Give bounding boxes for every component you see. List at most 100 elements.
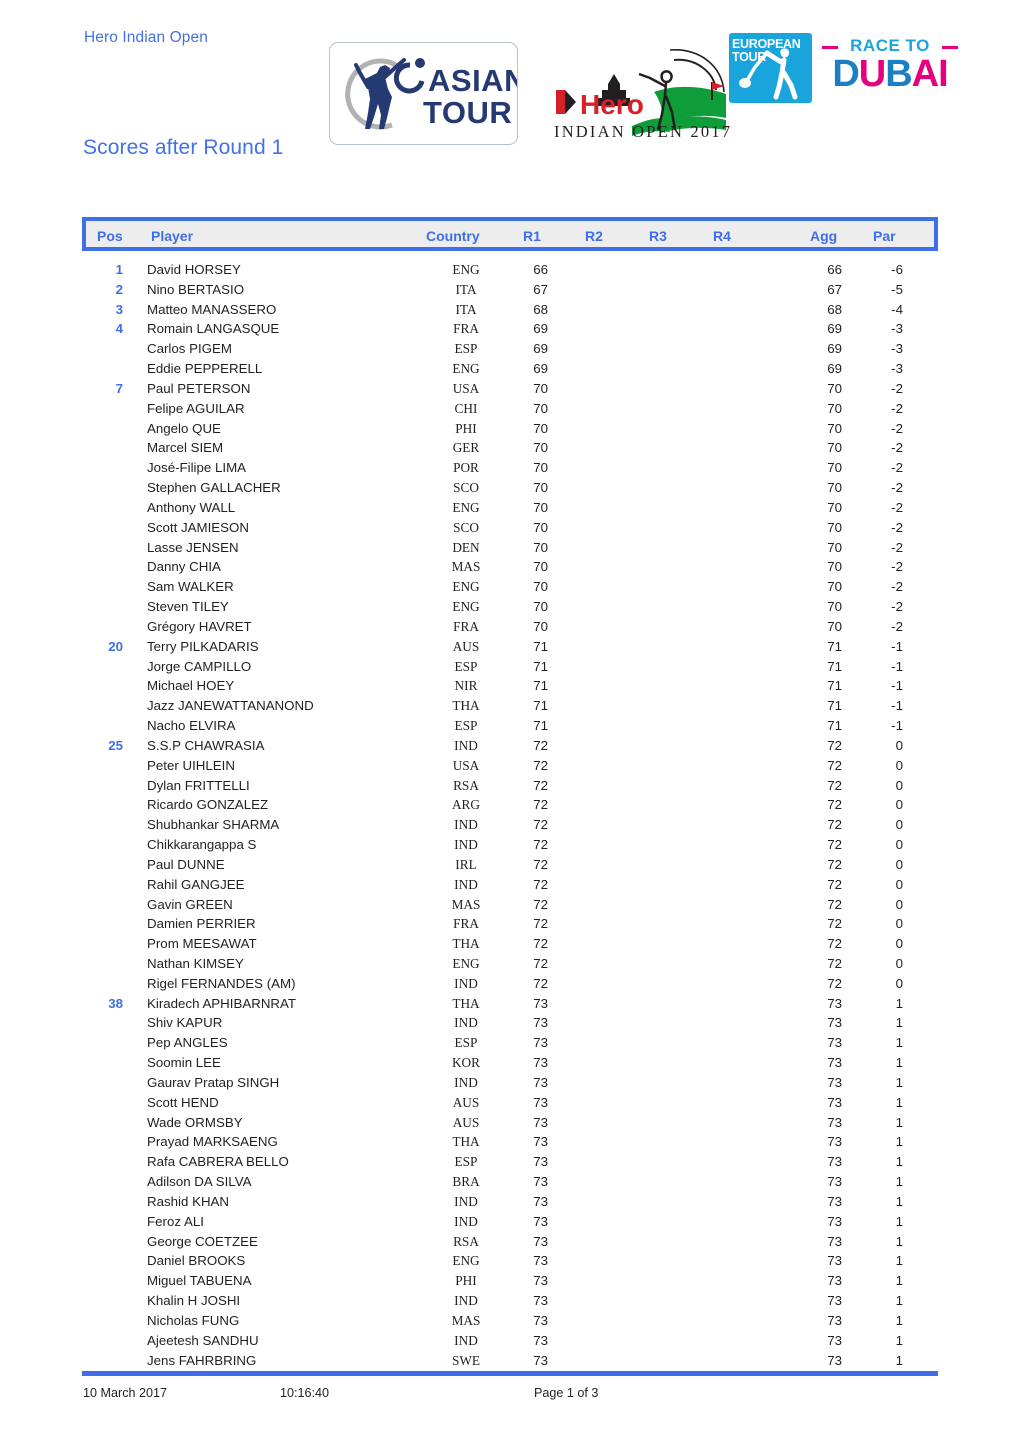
table-row[interactable]: 4 Romain LANGASQUE FRA 69 69 -3 — [82, 319, 938, 339]
table-row[interactable]: José-Filipe LIMA POR 70 70 -2 — [82, 458, 938, 478]
table-row[interactable]: Carlos PIGEM ESP 69 69 -3 — [82, 339, 938, 359]
table-row[interactable]: Jorge CAMPILLO ESP 71 71 -1 — [82, 657, 938, 677]
cell-par: -6 — [891, 262, 903, 277]
table-row[interactable]: Feroz ALI IND 73 73 1 — [82, 1212, 938, 1232]
cell-par: 1 — [895, 1273, 903, 1289]
table-row[interactable]: 3 Matteo MANASSERO ITA 68 68 -4 — [82, 300, 938, 320]
table-row[interactable]: Scott HEND AUS 73 73 1 — [82, 1093, 938, 1113]
cell-par: 1 — [895, 1253, 903, 1269]
table-row[interactable]: 20 Terry PILKADARIS AUS 71 71 -1 — [82, 637, 938, 657]
table-row[interactable]: Stephen GALLACHER SCO 70 70 -2 — [82, 478, 938, 498]
cell-pos: 38 — [108, 995, 123, 1011]
table-row[interactable]: Sam WALKER ENG 70 70 -2 — [82, 577, 938, 597]
table-row[interactable]: George COETZEE RSA 73 73 1 — [82, 1232, 938, 1252]
european-tour-golfer-icon — [739, 48, 798, 100]
cell-player: Shiv KAPUR — [147, 1015, 223, 1031]
table-row[interactable]: Rafa CABRERA BELLO ESP 73 73 1 — [82, 1152, 938, 1172]
table-row[interactable]: Eddie PEPPERELL ENG 69 69 -3 — [82, 359, 938, 379]
table-row[interactable]: 2 Nino BERTASIO ITA 67 67 -5 — [82, 280, 938, 300]
footer-time: 10:16:40 — [280, 1386, 330, 1400]
cell-agg: 72 — [827, 876, 842, 892]
table-row[interactable]: Shiv KAPUR IND 73 73 1 — [82, 1013, 938, 1033]
table-row[interactable]: Nacho ELVIRA ESP 71 71 -1 — [82, 716, 938, 736]
table-row[interactable]: Pep ANGLES ESP 73 73 1 — [82, 1033, 938, 1053]
table-row[interactable]: Daniel BROOKS ENG 73 73 1 — [82, 1251, 938, 1271]
cell-r1: 72 — [533, 896, 548, 912]
table-row[interactable]: Damien PERRIER FRA 72 72 0 — [82, 914, 938, 934]
cell-par: 1 — [895, 1035, 903, 1051]
cell-agg: 71 — [827, 678, 842, 694]
table-row[interactable]: Wade ORMSBY AUS 73 73 1 — [82, 1113, 938, 1133]
cell-country: IND — [454, 975, 478, 991]
table-row[interactable]: 25 S.S.P CHAWRASIA IND 72 72 0 — [82, 736, 938, 756]
column-header-r3: R3 — [649, 228, 667, 244]
table-row[interactable]: Miguel TABUENA PHI 73 73 1 — [82, 1271, 938, 1291]
cell-pos: 7 — [115, 380, 123, 396]
table-row[interactable]: Danny CHIA MAS 70 70 -2 — [82, 557, 938, 577]
cell-par: -3 — [891, 341, 903, 357]
cell-country: FRA — [453, 916, 479, 932]
cell-pos: 2 — [115, 281, 123, 297]
page-title: Scores after Round 1 — [83, 136, 284, 159]
table-row[interactable]: Prayad MARKSAENG THA 73 73 1 — [82, 1132, 938, 1152]
cell-par: 1 — [895, 1015, 903, 1031]
cell-agg: 72 — [827, 737, 842, 753]
table-row[interactable]: Khalin H JOSHI IND 73 73 1 — [82, 1291, 938, 1311]
table-row[interactable]: Adilson DA SILVA BRA 73 73 1 — [82, 1172, 938, 1192]
table-row[interactable]: Ajeetesh SANDHU IND 73 73 1 — [82, 1331, 938, 1351]
table-row[interactable]: Rahil GANGJEE IND 72 72 0 — [82, 875, 938, 895]
cell-player: Peter UIHLEIN — [147, 757, 235, 773]
table-row[interactable]: Jazz JANEWATTANANOND THA 71 71 -1 — [82, 696, 938, 716]
race-to-dubai-logo: RACE TO DUBAI — [820, 34, 960, 102]
table-row[interactable]: Dylan FRITTELLI RSA 72 72 0 — [82, 776, 938, 796]
cell-r1: 70 — [533, 380, 548, 396]
table-row[interactable]: Rigel FERNANDES (AM) IND 72 72 0 — [82, 974, 938, 994]
cell-country: KOR — [451, 1055, 481, 1071]
cell-agg: 73 — [827, 1035, 842, 1051]
table-row[interactable]: Peter UIHLEIN USA 72 72 0 — [82, 756, 938, 776]
table-row[interactable]: Chikkarangappa S IND 72 72 0 — [82, 835, 938, 855]
cell-country: ENG — [452, 499, 480, 515]
cell-r1: 71 — [533, 678, 548, 694]
column-header-r4: R4 — [713, 228, 731, 244]
table-row[interactable]: Steven TILEY ENG 70 70 -2 — [82, 597, 938, 617]
table-row[interactable]: Anthony WALL ENG 70 70 -2 — [82, 498, 938, 518]
table-row[interactable]: Soomin LEE KOR 73 73 1 — [82, 1053, 938, 1073]
table-row[interactable]: Nathan KIMSEY ENG 72 72 0 — [82, 954, 938, 974]
cell-r1: 72 — [533, 837, 548, 853]
cell-player: Stephen GALLACHER — [147, 480, 281, 496]
table-row[interactable]: Felipe AGUILAR CHI 70 70 -2 — [82, 399, 938, 419]
cell-r1: 73 — [533, 1233, 548, 1249]
table-row[interactable]: Lasse JENSEN DEN 70 70 -2 — [82, 538, 938, 558]
table-row[interactable]: Gaurav Pratap SINGH IND 73 73 1 — [82, 1073, 938, 1093]
table-row[interactable]: Angelo QUE PHI 70 70 -2 — [82, 419, 938, 439]
cell-country: DEN — [452, 539, 480, 555]
table-row[interactable]: 1 David HORSEY ENG 66 66 -6 — [82, 260, 938, 280]
table-row[interactable]: Grégory HAVRET FRA 70 70 -2 — [82, 617, 938, 637]
cell-player: Sam WALKER — [147, 579, 234, 595]
cell-agg: 72 — [827, 896, 842, 912]
table-row[interactable]: Nicholas FUNG MAS 73 73 1 — [82, 1311, 938, 1331]
table-row[interactable]: Ricardo GONZALEZ ARG 72 72 0 — [82, 795, 938, 815]
table-row[interactable]: 7 Paul PETERSON USA 70 70 -2 — [82, 379, 938, 399]
cell-agg: 73 — [827, 1332, 842, 1348]
cell-r1: 73 — [533, 1055, 548, 1071]
cell-r1: 72 — [533, 777, 548, 793]
cell-country: USA — [452, 757, 480, 773]
table-row[interactable]: 38 Kiradech APHIBARNRAT THA 73 73 1 — [82, 994, 938, 1014]
cell-r1: 70 — [533, 400, 548, 416]
cell-par: 0 — [895, 876, 903, 892]
cell-country: SCO — [453, 480, 479, 496]
table-row[interactable]: Gavin GREEN MAS 72 72 0 — [82, 895, 938, 915]
cell-country: IND — [454, 1293, 478, 1309]
table-row[interactable]: Michael HOEY NIR 71 71 -1 — [82, 676, 938, 696]
cell-agg: 73 — [827, 1233, 842, 1249]
table-row[interactable]: Prom MEESAWAT THA 72 72 0 — [82, 934, 938, 954]
table-row[interactable]: Scott JAMIESON SCO 70 70 -2 — [82, 518, 938, 538]
table-row[interactable]: Jens FAHRBRING SWE 73 73 1 — [82, 1351, 938, 1371]
table-row[interactable]: Rashid KHAN IND 73 73 1 — [82, 1192, 938, 1212]
table-row[interactable]: Marcel SIEM GER 70 70 -2 — [82, 438, 938, 458]
cell-country: ENG — [452, 955, 480, 971]
table-row[interactable]: Paul DUNNE IRL 72 72 0 — [82, 855, 938, 875]
table-row[interactable]: Shubhankar SHARMA IND 72 72 0 — [82, 815, 938, 835]
